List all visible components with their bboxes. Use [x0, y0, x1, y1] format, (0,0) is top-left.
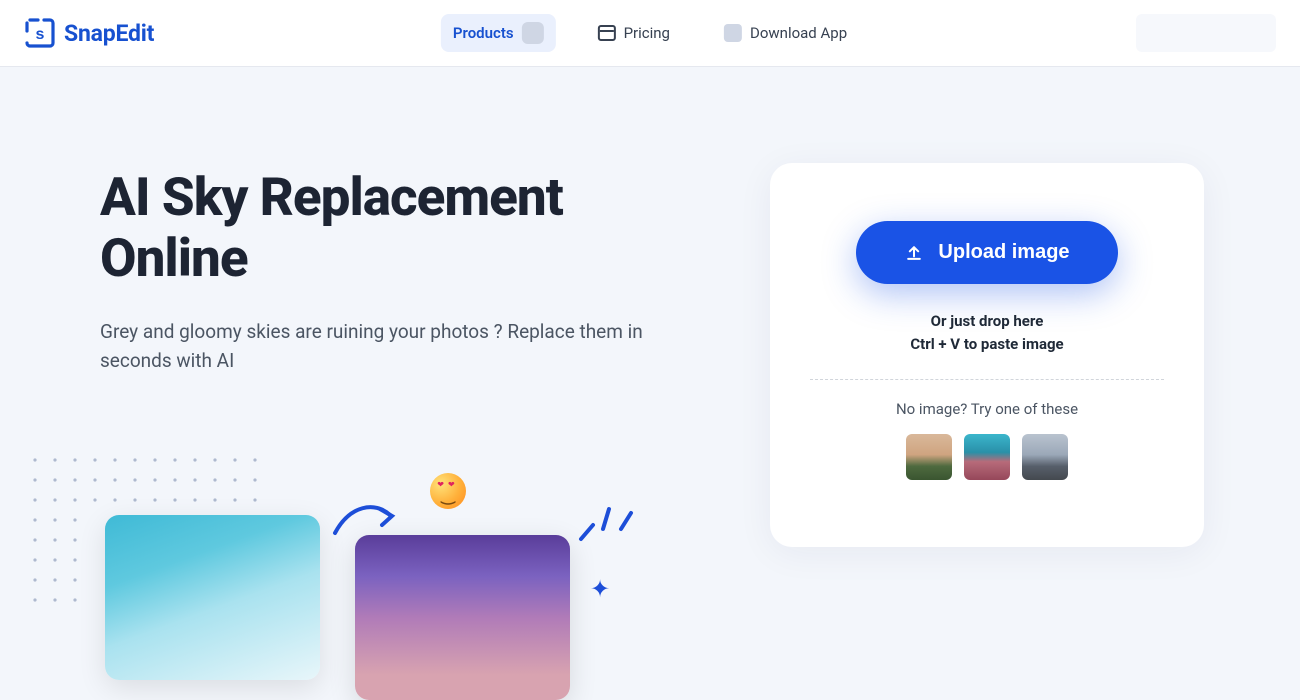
upload-card: Upload image Or just drop here Ctrl + V … [770, 163, 1204, 547]
arrow-icon [330, 495, 400, 545]
upload-icon [904, 243, 924, 263]
after-image [355, 535, 570, 700]
sparkle-lines-icon [575, 495, 645, 555]
nav-products[interactable]: Products [441, 14, 556, 52]
main-content: AI Sky Replacement Online Grey and gloom… [0, 67, 1300, 615]
download-icon [724, 24, 742, 42]
logo-icon: s [24, 17, 56, 49]
nav-download[interactable]: Download App [712, 16, 859, 50]
hero-title-line2: Online [100, 227, 248, 289]
sample-thumbnails [906, 434, 1068, 480]
nav-products-label: Products [453, 24, 514, 42]
heart-eyes-emoji-icon [430, 473, 466, 509]
sample-thumb-3[interactable] [1022, 434, 1068, 480]
chevron-down-icon [522, 22, 544, 44]
hero-subtitle: Grey and gloomy skies are ruining your p… [100, 317, 700, 376]
site-header: s SnapEdit Products Pricing Download App [0, 0, 1300, 67]
logo[interactable]: s SnapEdit [24, 17, 154, 49]
try-samples-label: No image? Try one of these [896, 400, 1078, 418]
before-image [105, 515, 320, 680]
header-cta-placeholder[interactable] [1136, 14, 1276, 52]
logo-text: SnapEdit [64, 20, 154, 47]
hero-illustration: ✦ [30, 455, 680, 655]
divider [810, 379, 1164, 380]
sparkle-star-icon: ✦ [590, 575, 610, 603]
nav-download-label: Download App [750, 24, 847, 42]
drop-hint: Or just drop here Ctrl + V to paste imag… [910, 310, 1063, 355]
hero-title-line1: AI Sky Replacement [100, 166, 563, 228]
upload-button-label: Upload image [938, 241, 1069, 264]
drop-hint-line1: Or just drop here [910, 310, 1063, 333]
sample-thumb-2[interactable] [964, 434, 1010, 480]
svg-text:s: s [36, 26, 45, 43]
upload-button[interactable]: Upload image [856, 221, 1117, 284]
sample-thumb-1[interactable] [906, 434, 952, 480]
drop-hint-line2: Ctrl + V to paste image [910, 333, 1063, 356]
hero-section: AI Sky Replacement Online Grey and gloom… [0, 67, 770, 615]
hero-title: AI Sky Replacement Online [100, 167, 770, 289]
nav-pricing[interactable]: Pricing [586, 16, 682, 50]
nav-pricing-label: Pricing [624, 24, 670, 42]
pricing-icon [598, 25, 616, 41]
main-nav: Products Pricing Download App [441, 14, 859, 52]
